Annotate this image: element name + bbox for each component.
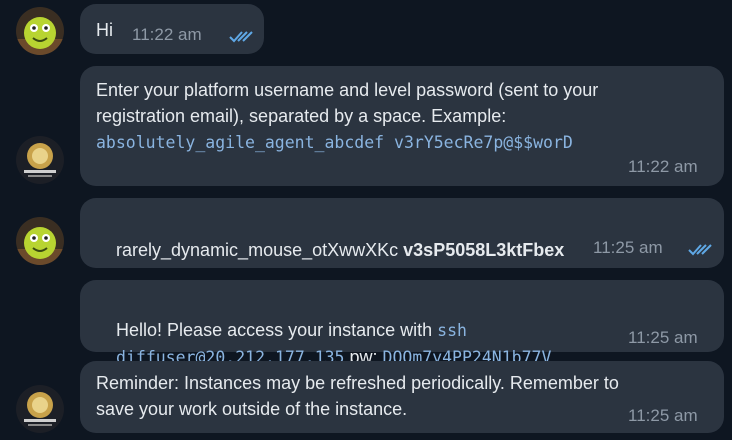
message-line: registration email), separated by a spac… — [96, 106, 507, 126]
message-bubble[interactable]: Hello! Please access your instance with … — [80, 280, 724, 367]
double-check-icon — [229, 31, 253, 43]
green-monster-avatar-icon — [16, 217, 64, 265]
message-line: save your work outside of the instance. — [96, 399, 408, 419]
bot-logo-avatar-icon — [16, 385, 64, 433]
message-time: 11:22 am — [132, 25, 202, 44]
password-text: v3sP5058L3ktFbex — [403, 240, 565, 260]
message-time: 11:25 am — [628, 406, 698, 425]
credentials-line: rarely_dynamic_mouse_otXwwXKc v3sP5058L3… — [96, 211, 564, 289]
bot-avatar[interactable] — [16, 136, 64, 184]
message-bubble[interactable]: Enter your platform username and level p… — [80, 66, 724, 186]
message-line: Reminder: Instances may be refreshed per… — [96, 373, 619, 393]
message-line: Enter your platform username and level p… — [96, 80, 599, 100]
user-avatar[interactable] — [16, 217, 64, 265]
message-time: 11:22 am — [628, 157, 698, 176]
bot-avatar[interactable] — [16, 385, 64, 433]
message-time: 11:25 am — [593, 238, 663, 257]
double-check-icon — [688, 244, 712, 256]
user-avatar[interactable] — [16, 7, 64, 55]
message-bubble[interactable]: Reminder: Instances may be refreshed per… — [80, 361, 724, 433]
example-code[interactable]: absolutely_agile_agent_abcdef v3rY5ecRe7… — [96, 130, 573, 156]
message-bubble[interactable]: rarely_dynamic_mouse_otXwwXKc v3sP5058L3… — [80, 198, 724, 268]
message-time: 11:25 am — [628, 328, 698, 347]
message-bubble[interactable]: Hi 11:22 am — [80, 4, 264, 54]
message-text: Hi — [96, 20, 113, 40]
bot-logo-avatar-icon — [16, 136, 64, 184]
username-text: rarely_dynamic_mouse_otXwwXKc — [116, 240, 399, 260]
green-monster-avatar-icon — [16, 7, 64, 55]
